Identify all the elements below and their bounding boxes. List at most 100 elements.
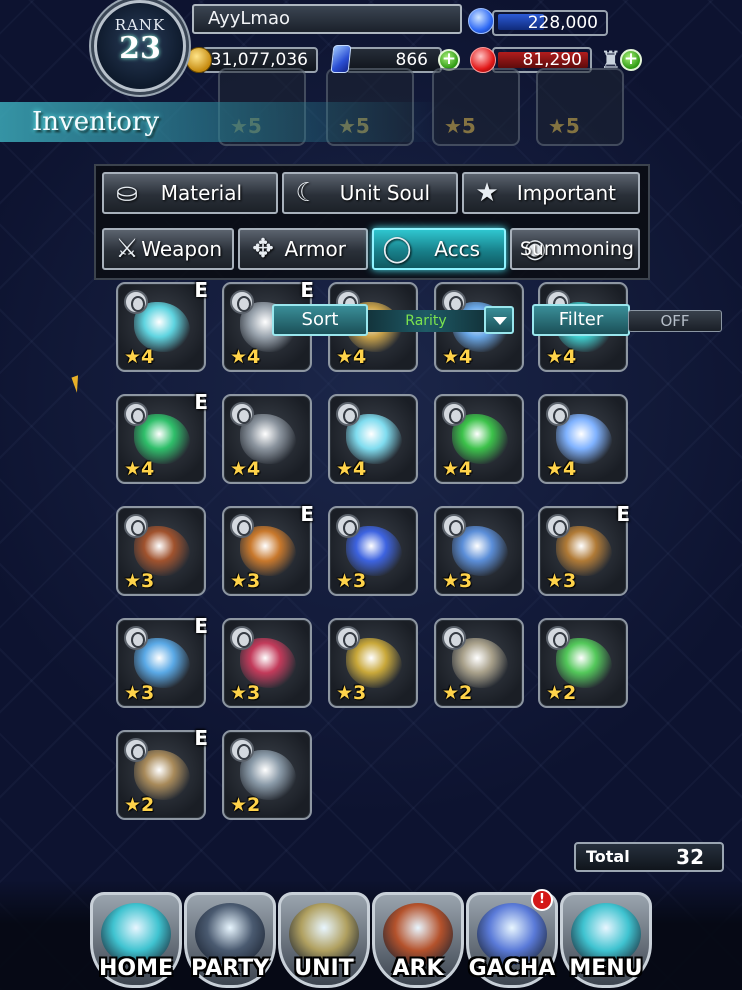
sort-dropdown-button[interactable] — [484, 306, 514, 334]
inventory-item[interactable]: ★3 — [116, 506, 206, 596]
sword-icon: ⚔ — [115, 234, 139, 264]
nav-label: MENU — [569, 956, 643, 981]
category-tab-panel: ⛀ Material ☾ Unit Soul ★ Important ⚔ Wea… — [94, 164, 650, 280]
rarity-stars: ★2 — [442, 682, 473, 704]
accessory-type-icon — [124, 738, 148, 762]
total-label: Total — [586, 847, 630, 866]
accessory-type-icon — [230, 290, 254, 314]
tab-label: Accs — [434, 237, 480, 261]
inventory-item[interactable]: ★3 — [328, 618, 418, 708]
inventory-item[interactable]: ★4 — [538, 394, 628, 484]
inventory-item[interactable]: ★4 — [222, 394, 312, 484]
accessory-type-icon — [124, 514, 148, 538]
bottom-nav: HOME PARTY UNIT ARK GACHA! MENU — [0, 880, 742, 990]
nav-unit-button[interactable]: UNIT — [278, 892, 370, 988]
tab-label: Weapon — [141, 237, 222, 261]
accessory-type-icon — [124, 290, 148, 314]
nav-label: PARTY — [190, 956, 270, 981]
accessory-type-icon — [546, 514, 570, 538]
player-name[interactable]: AyyLmao — [192, 4, 462, 34]
nav-ark-button[interactable]: ARK — [372, 892, 464, 988]
add-visiore-button[interactable]: + — [620, 49, 642, 71]
equipped-badge: E — [194, 726, 208, 750]
flame-icon: ☾ — [295, 178, 319, 208]
tab-summoning[interactable]: ◉ Summoning — [510, 228, 640, 270]
sort-value[interactable]: Rarity — [368, 310, 484, 332]
tab-material[interactable]: ⛀ Material — [102, 172, 278, 214]
inventory-item[interactable]: ★3 — [434, 506, 524, 596]
rarity-stars: ★4 — [546, 458, 577, 480]
accessory-type-icon — [442, 402, 466, 426]
accessory-type-icon — [230, 514, 254, 538]
rank-value: 23 — [119, 31, 161, 66]
rank-badge[interactable]: RANK 23 — [94, 0, 186, 92]
inventory-item[interactable]: ★2 E — [116, 726, 208, 820]
rarity-stars: ★5 — [444, 114, 476, 138]
rarity-stars: ★2 — [124, 794, 155, 816]
accessory-type-icon — [230, 626, 254, 650]
tab-weapon[interactable]: ⚔ Weapon — [102, 228, 234, 270]
equipped-badge: E — [194, 614, 208, 638]
rarity-stars: ★4 — [546, 346, 577, 368]
tab-label: Unit Soul — [339, 181, 430, 205]
tab-unit-soul[interactable]: ☾ Unit Soul — [282, 172, 458, 214]
nav-party-button[interactable]: PARTY — [184, 892, 276, 988]
total-value: 32 — [676, 845, 704, 869]
accessory-type-icon — [230, 738, 254, 762]
bag-icon: ⛀ — [116, 178, 138, 208]
total-count: Total 32 — [574, 842, 724, 872]
accessory-type-icon — [546, 402, 570, 426]
equipped-badge: E — [194, 278, 208, 302]
inventory-item[interactable]: ★4 — [434, 394, 524, 484]
tab-label: Material — [160, 181, 242, 205]
accessory-type-icon — [230, 402, 254, 426]
inventory-item[interactable]: ★3 E — [538, 502, 630, 596]
inventory-slot-partial: ★5 — [536, 68, 624, 146]
nav-gacha-button[interactable]: GACHA! — [466, 889, 558, 988]
inventory-item[interactable]: ★3 — [328, 506, 418, 596]
star-icon: ★ — [475, 178, 499, 208]
nav-menu-button[interactable]: MENU — [560, 892, 652, 988]
nav-home-button[interactable]: HOME — [90, 892, 182, 988]
armor-icon: ✥ — [252, 234, 274, 264]
rarity-stars: ★3 — [336, 682, 367, 704]
tab-armor[interactable]: ✥ Armor — [238, 228, 368, 270]
sort-button[interactable]: Sort — [272, 304, 368, 336]
rarity-stars: ★4 — [230, 458, 261, 480]
filter-button[interactable]: Filter — [532, 304, 630, 336]
inventory-item[interactable]: ★2 — [222, 730, 312, 820]
nav-label: ARK — [392, 956, 444, 981]
rarity-stars: ★4 — [124, 458, 155, 480]
inventory-item[interactable]: ★3 — [222, 618, 312, 708]
nav-label: GACHA — [468, 956, 556, 981]
tab-important[interactable]: ★ Important — [462, 172, 640, 214]
equipped-badge: E — [300, 502, 314, 526]
inventory-item[interactable]: ★4 E — [116, 278, 208, 372]
inventory-item[interactable]: ★4 — [328, 394, 418, 484]
accessory-type-icon — [336, 514, 360, 538]
equipped-badge: E — [616, 502, 630, 526]
rarity-stars: ★4 — [124, 346, 155, 368]
rarity-stars: ★2 — [546, 682, 577, 704]
tab-label: Summoning — [519, 238, 634, 260]
inventory-item[interactable]: ★2 — [434, 618, 524, 708]
energy-value: 228,000 — [492, 10, 608, 36]
page-title: Inventory — [0, 102, 440, 142]
inventory-item[interactable]: ★2 — [538, 618, 628, 708]
rarity-stars: ★4 — [336, 346, 367, 368]
accessory-type-icon — [442, 626, 466, 650]
lapis-crystal-icon — [330, 45, 352, 73]
gil-coin-icon — [186, 47, 212, 73]
tab-accs[interactable]: ◯ Accs — [372, 228, 506, 270]
filter-toggle[interactable]: OFF — [628, 310, 722, 332]
accessory-type-icon — [336, 626, 360, 650]
rarity-stars: ★3 — [230, 682, 261, 704]
inventory-item[interactable]: ★3 E — [116, 614, 208, 708]
visiore-orb-icon — [470, 47, 496, 73]
rarity-stars: ★3 — [442, 570, 473, 592]
inventory-item[interactable]: ★3 E — [222, 502, 314, 596]
accessory-type-icon — [546, 626, 570, 650]
rarity-stars: ★4 — [442, 346, 473, 368]
rarity-stars: ★3 — [124, 682, 155, 704]
inventory-item[interactable]: ★4 E — [116, 390, 208, 484]
